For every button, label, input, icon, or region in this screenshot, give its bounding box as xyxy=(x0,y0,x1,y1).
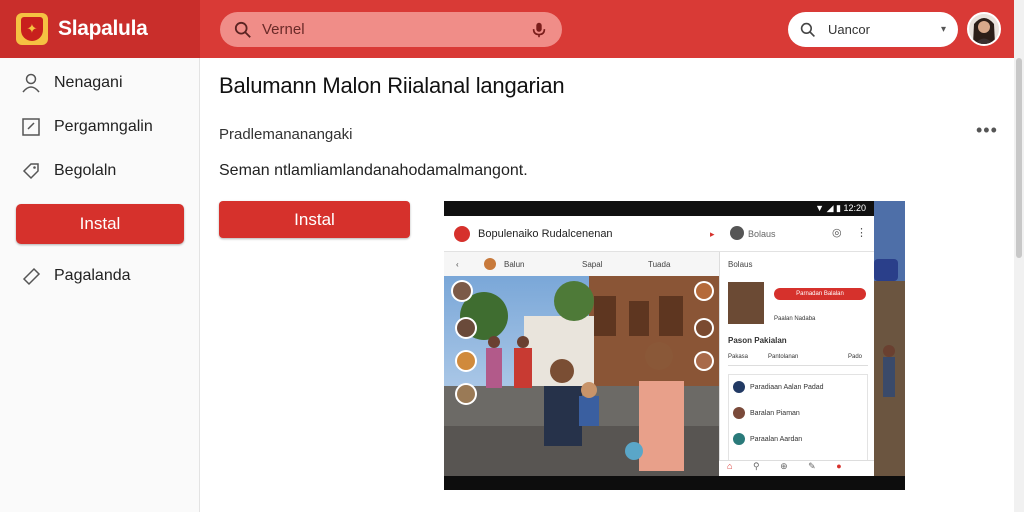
sidebar-item-pergamngalin[interactable]: Pergamngalin xyxy=(20,116,153,138)
more-vert-icon: ⋮ xyxy=(856,227,867,239)
sidebar-install-button[interactable]: Instal xyxy=(16,204,184,244)
chat-icon[interactable]: ✎ xyxy=(808,461,816,471)
app-name: Slapalula xyxy=(58,17,148,40)
panel-tab[interactable]: Pantolanan xyxy=(768,354,798,360)
account-name: Bolaus xyxy=(748,229,776,239)
list-item[interactable]: Baralan Piaman xyxy=(733,407,800,419)
add-icon[interactable]: ⊕ xyxy=(780,461,788,471)
community-photo xyxy=(444,276,719,476)
sidebar-item-label: Nenagani xyxy=(54,74,123,91)
tag-icon xyxy=(22,163,39,180)
user-icon xyxy=(22,73,40,93)
search-bar[interactable] xyxy=(220,12,562,47)
page-title: Balumann Malon Riialanal langarian xyxy=(219,73,565,98)
microphone-icon[interactable] xyxy=(530,21,548,39)
search-icon[interactable]: ⚲ xyxy=(753,461,760,471)
brand[interactable]: ✦ Slapalula xyxy=(0,0,200,58)
install-button[interactable]: Instal xyxy=(219,201,410,238)
top-bar: ✦ Slapalula Uancor ▾ xyxy=(0,0,1014,58)
screenshot-app-title: Bopulenaiko Rudalcenenan xyxy=(478,227,613,240)
sidebar-item-pagalanda[interactable]: Pagalanda xyxy=(20,265,131,287)
screenshot-side-photo xyxy=(874,201,905,490)
chevron-down-icon: ▾ xyxy=(940,24,946,35)
person-icon xyxy=(969,14,999,44)
sidebar-item-begolaln[interactable]: Begolaln xyxy=(20,160,116,182)
screenshot-screen: Bopulenaiko Rudalcenenan ▸ Bolaus ◎ ⋮ ‹ … xyxy=(444,216,874,476)
panel-tab[interactable]: Pakasa xyxy=(728,354,748,360)
navigation-bar xyxy=(444,476,905,490)
panel-tabs: Pakasa Pantolanan Pado xyxy=(728,352,868,366)
screenshot-side-panel: Bolaus Parnadan Balalan Paalan Nadaba Pa… xyxy=(719,252,874,476)
app-screenshot[interactable]: ▼ ◢ ▮ 12:20 Bopulenaiko Rudalcenenan ▸ B… xyxy=(444,201,905,490)
avatar xyxy=(484,258,496,270)
edit-icon xyxy=(22,118,40,136)
status-bar: ▼ ◢ ▮ 12:20 xyxy=(444,201,874,216)
search-icon xyxy=(800,22,815,37)
screenshot-app-bar: Bopulenaiko Rudalcenenan ▸ Bolaus ◎ ⋮ xyxy=(444,216,874,252)
sidebar: Nenagani Pergamngalin Begolaln Instal Pa… xyxy=(0,58,200,512)
avatar xyxy=(730,226,744,240)
sidebar-item-label: Pergamngalin xyxy=(54,118,153,135)
sidebar-item-label: Pagalanda xyxy=(54,267,131,284)
more-options-icon[interactable]: ••• xyxy=(976,120,998,141)
bell-icon: ◎ xyxy=(832,227,842,239)
app-logo xyxy=(454,225,470,242)
status-time: 12:20 xyxy=(843,203,866,213)
panel-tab[interactable]: Pado xyxy=(848,354,862,360)
page-description: Seman ntlamliamlandanahodamalmangont. xyxy=(219,162,528,179)
screenshot-tabs: ‹ Balun Sapal Tuada xyxy=(444,252,719,276)
list-item[interactable]: Paradiaan Aalan Padad xyxy=(733,381,824,393)
scrollbar[interactable] xyxy=(1014,0,1024,512)
panel-header: Bolaus xyxy=(728,260,753,269)
panel-action-button[interactable]: Parnadan Balalan xyxy=(774,288,866,300)
search-input[interactable] xyxy=(262,21,530,38)
tab-label: Tuada xyxy=(648,260,671,269)
profile-photo xyxy=(728,282,764,324)
page-subtitle: Pradlemananangaki xyxy=(219,126,353,143)
shield-icon: ✦ xyxy=(21,17,43,41)
sidebar-item-nenagani[interactable]: Nenagani xyxy=(20,72,123,94)
bottom-nav: ⌂ ⚲ ⊕ ✎ ● xyxy=(719,460,874,476)
panel-link[interactable]: Paalan Nadaba xyxy=(774,316,815,322)
user-avatar[interactable] xyxy=(967,12,1001,46)
panel-title: Pason Pakialan xyxy=(728,336,787,345)
back-icon: ‹ xyxy=(456,260,459,269)
language-selector[interactable]: Uancor ▾ xyxy=(788,12,958,47)
profile-icon[interactable]: ● xyxy=(836,461,841,471)
tab-label: Balun xyxy=(504,260,525,269)
tag-icon xyxy=(22,267,41,286)
arrow-icon: ▸ xyxy=(710,229,715,239)
panel-list: Paradiaan Aalan Padad Baralan Piaman Par… xyxy=(728,374,868,466)
tab-label: Sapal xyxy=(582,260,603,269)
search-icon xyxy=(234,21,251,38)
home-icon[interactable]: ⌂ xyxy=(727,461,732,471)
list-item[interactable]: Paraalan Aardan xyxy=(733,433,802,445)
language-label: Uancor xyxy=(828,22,870,37)
app-logo: ✦ xyxy=(16,13,48,45)
sidebar-item-label: Begolaln xyxy=(54,162,117,179)
photo-image xyxy=(444,276,719,476)
scrollbar-thumb[interactable] xyxy=(1016,58,1022,258)
